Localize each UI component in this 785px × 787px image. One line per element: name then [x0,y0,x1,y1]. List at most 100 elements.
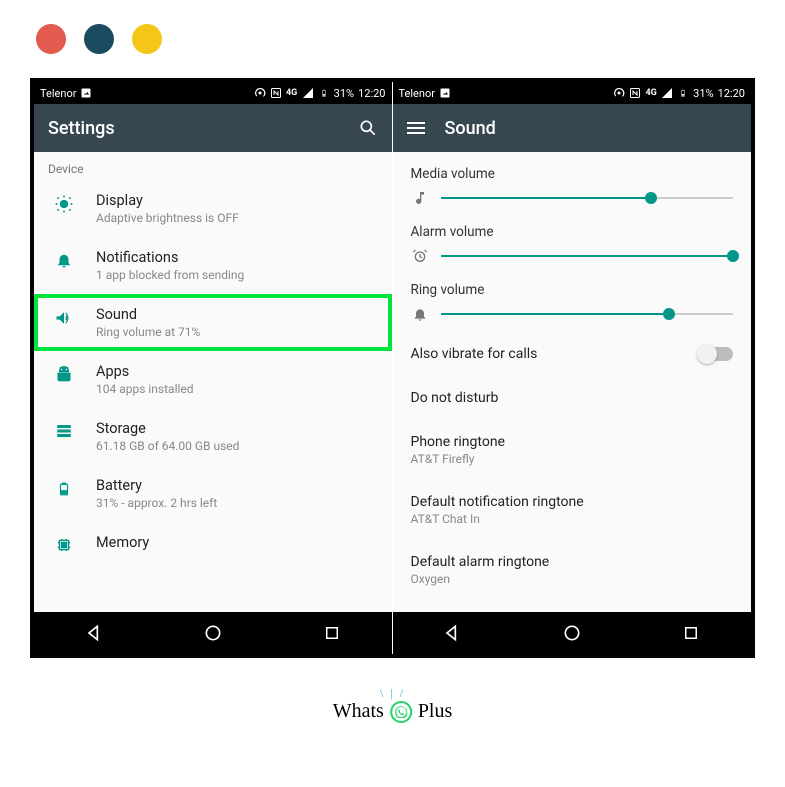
brand-logo: \ | / Whats Plus [333,700,453,723]
battery-icon [318,87,330,99]
home-button[interactable] [202,622,224,644]
item-sub: Adaptive brightness is OFF [96,211,239,225]
item-sub: AT&T Firefly [411,452,734,466]
item-sub: 31% - approx. 2 hrs left [96,496,217,510]
status-bar: Telenor 4G 31% 12:20 [34,82,392,104]
settings-list: Device Display Adaptive brightness is OF… [34,152,392,612]
settings-item-storage[interactable]: Storage 61.18 GB of 64.00 GB used [34,408,392,465]
item-sub: 1 app blocked from sending [96,268,244,282]
battery-percent: 31% [334,87,354,100]
hotspot-icon [613,87,625,99]
data-icon: 4G [286,87,298,99]
storage-icon [52,420,76,440]
ring-volume-block: Ring volume [393,274,752,332]
alarm-ringtone[interactable]: Default alarm ringtone Oxygen [393,540,752,588]
nfc-icon [270,87,282,99]
brightness-icon [52,192,76,214]
home-button[interactable] [561,622,583,644]
slider-thumb[interactable] [663,308,675,320]
item-title: Also vibrate for calls [411,346,700,362]
clock: 12:20 [358,87,385,100]
android-navbar [393,612,752,654]
item-title: Battery [96,477,217,494]
slider-fill [441,313,669,315]
page-title: Sound [445,118,496,139]
toggle-thumb [697,344,717,364]
back-button[interactable] [441,622,463,644]
data-icon: 4G [645,87,657,99]
carrier-label: Telenor [40,87,76,100]
slider-fill [441,197,652,199]
alarm-volume-block: Alarm volume [393,216,752,274]
settings-item-memory[interactable]: Memory [34,522,392,566]
settings-item-battery[interactable]: Battery 31% - approx. 2 hrs left [34,465,392,522]
slider-thumb[interactable] [727,250,739,262]
alarm-clock-icon [411,248,429,264]
item-sub: 61.18 GB of 64.00 GB used [96,439,239,453]
appbar-settings: Settings [34,104,392,152]
search-icon[interactable] [358,118,378,138]
notification-ringtone[interactable]: Default notification ringtone AT&T Chat … [393,480,752,540]
vibrate-for-calls[interactable]: Also vibrate for calls [393,332,752,376]
item-sub: Oxygen [411,572,734,586]
recents-button[interactable] [680,622,702,644]
appbar-sound: Sound [393,104,752,152]
alarm-volume-slider[interactable] [441,255,734,257]
decorative-dots [0,0,785,54]
logo-rays-icon: \ | / [380,686,405,701]
slider-thumb[interactable] [645,192,657,204]
phone-settings: Telenor 4G 31% 12:20 Settings Dev [34,82,393,654]
dot-yellow [132,24,162,54]
battery-icon [677,87,689,99]
item-title: Memory [96,534,149,551]
vibrate-toggle[interactable] [699,347,733,361]
item-title: Default notification ringtone [411,494,734,510]
slider-label: Alarm volume [411,224,734,240]
item-title: Notifications [96,249,244,266]
hotspot-icon [254,87,266,99]
recents-button[interactable] [321,622,343,644]
dot-red [36,24,66,54]
bell-icon [52,249,76,269]
battery-icon [52,477,76,499]
settings-item-display[interactable]: Display Adaptive brightness is OFF [34,180,392,237]
settings-item-apps[interactable]: Apps 104 apps installed [34,351,392,408]
item-title: Phone ringtone [411,434,734,450]
back-button[interactable] [83,622,105,644]
hamburger-icon[interactable] [407,122,425,134]
settings-item-notifications[interactable]: Notifications 1 app blocked from sending [34,237,392,294]
do-not-disturb[interactable]: Do not disturb [393,376,752,420]
settings-item-sound[interactable]: Sound Ring volume at 71% [34,294,392,351]
phone-ringtone[interactable]: Phone ringtone AT&T Firefly [393,420,752,480]
media-volume-slider[interactable] [441,197,734,199]
nfc-icon [629,87,641,99]
brand-right: Plus [418,700,452,723]
whatsapp-icon [390,701,412,723]
android-navbar [34,612,392,654]
item-title: Default alarm ringtone [411,554,734,570]
page-title: Settings [48,118,115,139]
item-sub: AT&T Chat In [411,512,734,526]
item-sub: Ring volume at 71% [96,325,200,339]
clock: 12:20 [718,87,745,100]
item-title: Sound [96,306,200,323]
ring-volume-slider[interactable] [441,313,734,315]
dot-blue [84,24,114,54]
phone-sound: Telenor 4G 31% 12:20 Sound Media volume [393,82,752,654]
sound-settings: Media volume Alarm volume [393,152,752,612]
item-sub: 104 apps installed [96,382,194,396]
signal-icon [302,87,314,99]
brand-left: Whats [333,700,384,723]
picture-icon [439,87,451,99]
picture-icon [80,87,92,99]
volume-icon [52,306,76,328]
bell-icon [411,306,429,322]
slider-label: Media volume [411,166,734,182]
carrier-label: Telenor [399,87,435,100]
signal-icon [661,87,673,99]
media-volume-block: Media volume [393,158,752,216]
item-title: Display [96,192,239,209]
item-title: Do not disturb [411,390,734,406]
item-title: Storage [96,420,239,437]
slider-label: Ring volume [411,282,734,298]
